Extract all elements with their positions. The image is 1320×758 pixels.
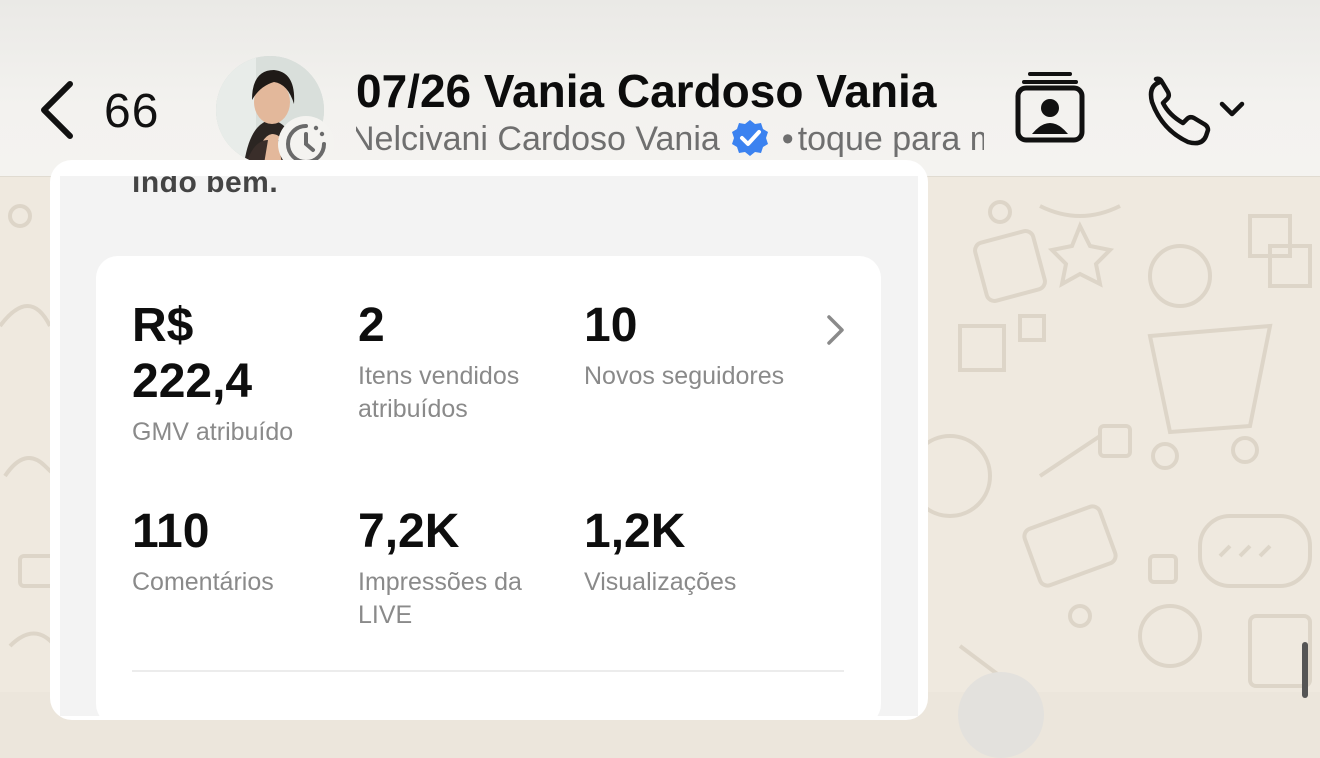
metric-label: Visualizações bbox=[584, 568, 737, 596]
metric-label: Itens vendidos atribuídos bbox=[358, 362, 520, 423]
phone-icon[interactable] bbox=[1146, 76, 1250, 146]
contact-card-icon[interactable] bbox=[1014, 70, 1086, 144]
metric-label: Novos seguidores bbox=[584, 362, 785, 390]
live-metrics-card[interactable]: R$ 222,4 GMV atribuído 2 Itens vendidos a… bbox=[96, 256, 881, 716]
cropped-text: indo bem. bbox=[132, 176, 279, 199]
scrollbar[interactable] bbox=[1302, 642, 1308, 698]
metric-value: 7,2K bbox=[358, 505, 460, 558]
chat-subtitle[interactable]: Nelcivani Cardoso Vania •toque para mais… bbox=[356, 114, 984, 162]
metric-new-followers: 10 Novos seguidores bbox=[584, 298, 784, 393]
chevron-left-icon[interactable] bbox=[36, 78, 76, 142]
subtitle-name: Nelcivani Cardoso Vania bbox=[356, 120, 720, 158]
shared-screenshot[interactable]: indo bem. R$ 222,4 GMV atribuído 2 Itens… bbox=[60, 176, 918, 716]
metric-value: 110 bbox=[132, 505, 210, 558]
subtitle-hint: toque para mais informações bbox=[797, 120, 984, 158]
chevron-down-icon[interactable] bbox=[1219, 101, 1245, 117]
divider bbox=[132, 670, 844, 672]
chevron-right-icon[interactable] bbox=[824, 312, 848, 348]
metric-items-sold: 2 Itens vendidos atribuídos bbox=[358, 298, 519, 426]
scroll-down-button[interactable] bbox=[958, 672, 1044, 758]
metric-value: 2 bbox=[358, 299, 385, 352]
metric-label: GMV atribuído bbox=[132, 418, 294, 446]
chat-title[interactable]: 07/26 Vania Cardoso Vania bbox=[356, 64, 936, 118]
metric-value: 1,2K bbox=[584, 505, 686, 558]
metric-views: 1,2K Visualizações bbox=[584, 504, 736, 599]
metric-comments: 110 Comentários bbox=[132, 504, 274, 599]
metric-value: R$ bbox=[132, 299, 194, 352]
metric-value: 222,4 bbox=[132, 355, 253, 408]
metric-label: Impressões da LIVE bbox=[358, 568, 522, 629]
unread-count[interactable]: 66 bbox=[104, 84, 159, 139]
chat-header: 66 07/26 Vania Cardoso Vania Nelcivani C… bbox=[0, 0, 1320, 176]
metric-label: Comentários bbox=[132, 568, 274, 596]
subtitle-separator: • bbox=[781, 120, 794, 158]
verified-icon bbox=[731, 120, 768, 156]
metric-value: 10 bbox=[584, 299, 638, 352]
metric-live-impressions: 7,2K Impressões da LIVE bbox=[358, 504, 522, 632]
metric-gmv: R$ 222,4 GMV atribuído bbox=[132, 298, 293, 449]
